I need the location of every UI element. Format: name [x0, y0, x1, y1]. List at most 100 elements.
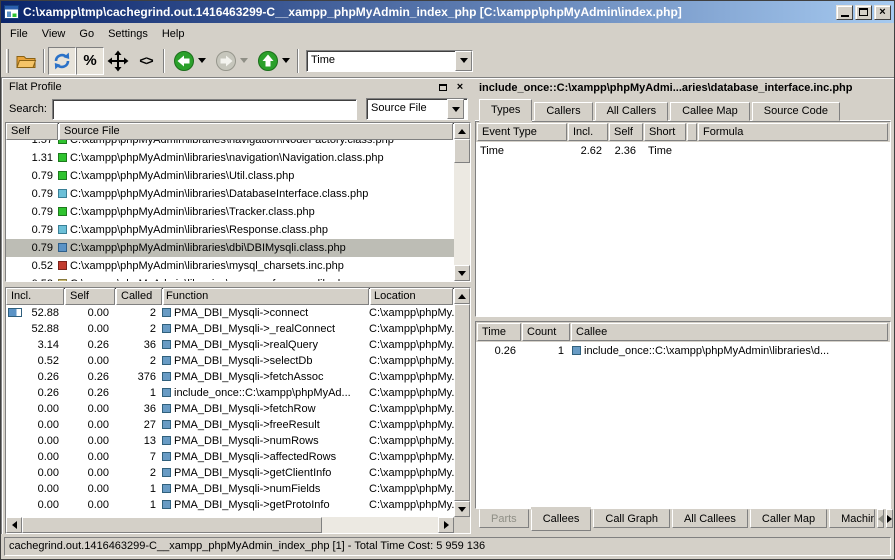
reload-button[interactable]	[48, 47, 76, 75]
table-row[interactable]: 0.52 0.00 2 PMA_DBI_Mysqli->selectDb C:\…	[6, 353, 454, 369]
table-row[interactable]: 0.26 0.26 376 PMA_DBI_Mysqli->fetchAssoc…	[6, 369, 454, 385]
titlebar[interactable]: C:\xampp\tmp\cachegrind.out.1416463299-C…	[1, 1, 894, 23]
table-row[interactable]: 3.14 0.26 36 PMA_DBI_Mysqli->realQuery C…	[6, 337, 454, 353]
scrollbar-thumb[interactable]	[454, 304, 470, 501]
tab[interactable]: Call Graph	[593, 509, 670, 528]
scrollbar-thumb[interactable]	[454, 139, 470, 163]
maximize-button[interactable]	[855, 5, 872, 20]
column-header-formula[interactable]: Formula	[698, 123, 888, 141]
table-row[interactable]: 0.26 0.26 1 include_once::C:\xampp\phpMy…	[6, 385, 454, 401]
shorten-templates-button[interactable]: <>	[132, 47, 160, 75]
table-row[interactable]: 0.00 0.00 27 PMA_DBI_Mysqli->freeResult …	[6, 417, 454, 433]
column-header-self[interactable]: Self	[609, 123, 643, 141]
dock-float-button[interactable]	[436, 81, 450, 94]
close-button[interactable]: ×	[874, 5, 891, 20]
scrollbar-thumb[interactable]	[22, 517, 322, 533]
table-row[interactable]: 0.00 0.00 36 PMA_DBI_Mysqli->fetchRow C:…	[6, 401, 454, 417]
menu-help[interactable]: Help	[155, 26, 192, 42]
column-header-function[interactable]: Function	[163, 288, 369, 305]
column-header-short[interactable]: Short	[644, 123, 686, 141]
scroll-up-icon[interactable]	[454, 123, 470, 139]
column-header-blank[interactable]	[687, 123, 697, 141]
table-row[interactable]: 0.00 0.00 1 PMA_DBI_Mysqli->numFields C:…	[6, 481, 454, 497]
list-item[interactable]: 0.52 C:\xampp\phpMyAdmin\libraries\mysql…	[6, 257, 454, 275]
tab[interactable]: All Callers	[595, 102, 669, 121]
source-file-rows[interactable]: 1.57 C:\xampp\phpMyAdmin\libraries\navig…	[6, 140, 454, 281]
callees-rows[interactable]: 0.26 1 include_once::C:\xampp\phpMyAdmin…	[476, 342, 890, 508]
scroll-down-icon[interactable]	[454, 265, 470, 281]
scrollbar-track[interactable]	[322, 517, 438, 533]
forward-dropdown-icon[interactable]	[240, 58, 248, 63]
function-table-vscrollbar[interactable]	[454, 288, 470, 533]
toolbar-grip[interactable]	[6, 49, 9, 73]
column-header-callee[interactable]: Callee	[571, 323, 888, 341]
list-item[interactable]: 0.52 C:\xampp\phpMyAdmin\libraries\user_…	[6, 275, 454, 281]
percent-relative-button[interactable]: %	[76, 47, 104, 75]
column-header-count[interactable]: Count	[522, 323, 570, 341]
dock-close-button[interactable]: ×	[453, 81, 467, 94]
tab[interactable]: Callee Map	[670, 102, 750, 121]
up-dropdown-icon[interactable]	[282, 58, 290, 63]
menu-go[interactable]: Go	[72, 26, 101, 42]
column-header-location[interactable]: Location	[370, 288, 453, 305]
tab[interactable]: Callees	[531, 509, 592, 531]
table-row[interactable]: 0.00 0.00 1 PMA_DBI_Mysqli->getProtoInfo…	[6, 497, 454, 513]
column-header-source-file[interactable]: Source File	[59, 123, 453, 140]
list-item[interactable]: 1.57 C:\xampp\phpMyAdmin\libraries\navig…	[6, 140, 454, 149]
up-button[interactable]	[252, 47, 294, 75]
scroll-left-icon[interactable]	[6, 517, 22, 533]
back-dropdown-icon[interactable]	[198, 58, 206, 63]
list-item[interactable]: 0.79 C:\xampp\phpMyAdmin\libraries\Track…	[6, 203, 454, 221]
group-by-combobox[interactable]: Source File	[366, 98, 468, 120]
tab[interactable]: Callers	[534, 102, 592, 121]
column-header-incl[interactable]: Incl.	[568, 123, 608, 141]
scrollbar-track[interactable]	[454, 163, 470, 265]
column-header-incl[interactable]: Incl.	[6, 288, 64, 305]
types-rows[interactable]: Time 2.62 2.36 Time	[476, 142, 890, 316]
tab[interactable]: Machine	[829, 509, 875, 528]
column-header-event-type[interactable]: Event Type	[477, 123, 567, 141]
tab[interactable]: All Callees	[672, 509, 748, 528]
scroll-right-icon[interactable]	[438, 517, 454, 533]
column-header-self[interactable]: Self	[6, 123, 58, 140]
tab[interactable]: Types	[479, 99, 532, 121]
scroll-down-icon[interactable]	[454, 501, 470, 517]
table-row[interactable]: 52.88 0.00 2 PMA_DBI_Mysqli->_realConnec…	[6, 321, 454, 337]
search-input[interactable]	[52, 99, 357, 120]
event-type-dropdown-button[interactable]	[455, 51, 472, 71]
dock-titlebar[interactable]: Flat Profile ×	[5, 78, 471, 96]
bottom-tabs[interactable]: Parts Callees Call Graph All Callees Cal…	[475, 509, 891, 534]
function-rows[interactable]: 52.88 0.00 2 PMA_DBI_Mysqli->connect C:\…	[6, 305, 454, 517]
tab-scroll-right-button[interactable]	[886, 509, 893, 528]
menu-settings[interactable]: Settings	[101, 26, 155, 42]
tab-scroll-left-button[interactable]	[877, 509, 884, 528]
list-item[interactable]: 0.79 C:\xampp\phpMyAdmin\libraries\Datab…	[6, 185, 454, 203]
scroll-up-icon[interactable]	[454, 288, 470, 304]
list-item[interactable]: 0.79 C:\xampp\phpMyAdmin\libraries\Respo…	[6, 221, 454, 239]
forward-button[interactable]	[210, 47, 252, 75]
tab[interactable]: Source Code	[752, 102, 840, 121]
table-row[interactable]: 0.26 1 include_once::C:\xampp\phpMyAdmin…	[476, 342, 890, 360]
function-table-hscrollbar[interactable]	[6, 517, 454, 533]
back-button[interactable]	[168, 47, 210, 75]
list-item[interactable]: 1.31 C:\xampp\phpMyAdmin\libraries\navig…	[6, 149, 454, 167]
tab[interactable]: Caller Map	[750, 509, 827, 528]
table-row[interactable]: 0.00 0.00 2 PMA_DBI_Mysqli->getClientInf…	[6, 465, 454, 481]
column-header-called[interactable]: Called	[116, 288, 162, 305]
table-row[interactable]: Time 2.62 2.36 Time	[476, 142, 890, 160]
table-row[interactable]: 52.88 0.00 2 PMA_DBI_Mysqli->connect C:\…	[6, 305, 454, 321]
open-file-button[interactable]	[12, 47, 40, 75]
menu-file[interactable]: File	[3, 26, 35, 42]
cycle-detection-button[interactable]	[104, 47, 132, 75]
menu-view[interactable]: View	[35, 26, 73, 42]
group-by-dropdown-button[interactable]	[447, 99, 464, 119]
minimize-button[interactable]	[836, 5, 853, 20]
list-item[interactable]: 0.79 C:\xampp\phpMyAdmin\libraries\dbi\D…	[6, 239, 454, 257]
table-row[interactable]: 0.00 0.00 13 PMA_DBI_Mysqli->numRows C:\…	[6, 433, 454, 449]
table-row[interactable]: 0.00 0.00 7 PMA_DBI_Mysqli->affectedRows…	[6, 449, 454, 465]
column-header-time[interactable]: Time	[477, 323, 521, 341]
file-list-scrollbar[interactable]	[454, 123, 470, 281]
list-item[interactable]: 0.79 C:\xampp\phpMyAdmin\libraries\Util.…	[6, 167, 454, 185]
column-header-self[interactable]: Self	[65, 288, 115, 305]
tab[interactable]: Parts	[479, 509, 529, 528]
